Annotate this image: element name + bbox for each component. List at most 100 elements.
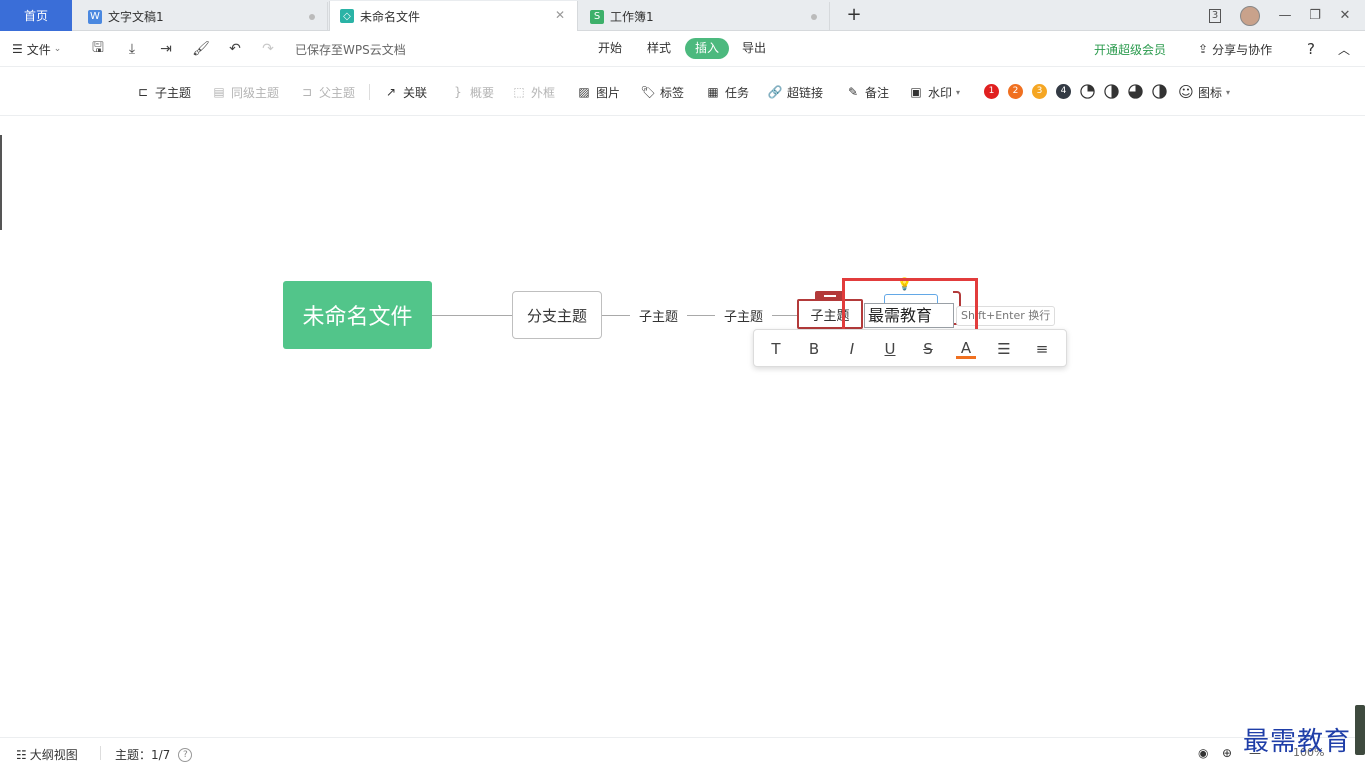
insert-tag-button[interactable]: 🏷 标签 (640, 83, 684, 101)
insert-subtopic-button[interactable]: ⊏ 子主题 (135, 83, 191, 101)
root-topic[interactable]: 未命名文件 (283, 281, 432, 349)
view-toggle-button[interactable]: ◉ (1198, 746, 1208, 760)
insert-summary-button[interactable]: } 概要 (450, 83, 494, 101)
menu-tab-insert[interactable]: 插入 (685, 38, 730, 59)
restore-button[interactable]: ❐ (1300, 0, 1330, 31)
insert-sibling-topic-button[interactable]: ▤ 同级主题 (211, 83, 279, 101)
menu-lines-icon: ☰ (12, 42, 23, 56)
vip-link[interactable]: 开通超级会员 (1094, 31, 1166, 67)
minimize-button[interactable]: — (1270, 0, 1300, 31)
share-button[interactable]: ⇪ 分享与协作 (1198, 31, 1272, 67)
left-edge-marker (0, 135, 2, 230)
button-label: 图片 (596, 85, 621, 100)
window-count-button[interactable]: 3 (1200, 0, 1230, 31)
summary-icon: } (454, 85, 462, 99)
window-count-icon: 3 (1208, 8, 1222, 23)
insert-image-button[interactable]: ▨ 图片 (576, 83, 620, 101)
avatar-icon (1240, 5, 1260, 26)
insert-task-button[interactable]: ▦ 任务 (705, 83, 749, 101)
insert-boundary-button[interactable]: ⬚ 外框 (511, 83, 555, 101)
mindmap-canvas[interactable] (0, 117, 1365, 737)
avatar[interactable] (1230, 0, 1270, 31)
close-window-button[interactable]: ✕ (1330, 0, 1360, 31)
locate-button[interactable]: ⊕ (1222, 746, 1232, 760)
export-button[interactable]: ⇥ (157, 31, 175, 67)
format-painter-button[interactable]: 🖌 (192, 31, 210, 67)
close-icon[interactable]: ✕ (553, 8, 567, 22)
button-label: 子主题 (155, 85, 192, 100)
file-menu-button[interactable]: ☰ 文件 ⌄ (12, 31, 61, 67)
priority-1-icon[interactable]: 1 (984, 84, 999, 99)
redo-button[interactable]: ↷ (259, 31, 277, 67)
font-color-button[interactable]: A (956, 339, 976, 359)
button-label: 水印 (928, 85, 953, 100)
connector-line (432, 315, 512, 316)
share-icon: ⇪ (1198, 42, 1209, 56)
share-label: 分享与协作 (1212, 42, 1273, 57)
subtopic-icon: ⊏ (137, 85, 149, 99)
tab-mindmap[interactable]: ◇ 未命名文件 ✕ (329, 1, 578, 31)
menu-tab-style[interactable]: 样式 (647, 38, 671, 59)
tab-home[interactable]: 首页 (0, 0, 72, 31)
subtopic-node[interactable]: 子主题 (639, 306, 678, 325)
numbered-list-icon: ≡ (1035, 340, 1049, 358)
task-icon: ▦ (707, 85, 719, 99)
icons-dropdown-button[interactable]: ☺ 图标 ▾ (1178, 83, 1230, 101)
progress-quarter-icon[interactable] (1080, 84, 1095, 99)
italic-button[interactable]: I (842, 339, 862, 359)
insert-relation-button[interactable]: ↗ 关联 (383, 83, 427, 101)
text-style-button[interactable]: T (766, 339, 786, 359)
numbered-list-button[interactable]: ≡ (1032, 339, 1052, 359)
help-button[interactable]: ? (1307, 31, 1315, 67)
collapse-ribbon-button[interactable]: ︿ (1338, 31, 1350, 67)
menu-tab-export[interactable]: 导出 (742, 38, 766, 59)
download-icon: ⤓ (128, 41, 136, 57)
button-label: 标签 (660, 85, 685, 100)
insert-note-button[interactable]: ✎ 备注 (845, 83, 889, 101)
bold-button[interactable]: B (804, 339, 824, 359)
download-button[interactable]: ⤓ (123, 31, 141, 67)
new-tab-button[interactable]: + (843, 4, 865, 26)
tab-document[interactable]: W 文字文稿1 (78, 2, 328, 31)
link-icon: 🔗 (767, 85, 783, 99)
connector-line (687, 315, 715, 316)
button-label: 同级主题 (231, 85, 280, 100)
window-controls: 3 — ❐ ✕ (1200, 0, 1360, 31)
target-icon: ⊕ (1222, 746, 1233, 760)
tab-label: 未命名文件 (360, 9, 421, 24)
button-label: 备注 (865, 85, 890, 100)
bullet-list-button[interactable]: ☰ (994, 339, 1014, 359)
insert-watermark-button[interactable]: ▣ 水印 ▾ (908, 83, 960, 101)
outline-icon: ☷ (16, 747, 27, 762)
tab-spreadsheet[interactable]: S 工作簿1 (580, 2, 830, 31)
save-button[interactable]: 🖫 (89, 31, 107, 67)
menu-tab-start[interactable]: 开始 (598, 38, 622, 59)
scroll-handle[interactable] (1355, 705, 1365, 755)
boundary-icon: ⬚ (513, 85, 525, 99)
spreadsheet-icon: S (590, 9, 604, 24)
button-label: 概要 (470, 85, 495, 100)
text-format-bar: T B I U S A ☰ ≡ (753, 329, 1067, 367)
progress-three-quarter-icon[interactable] (1128, 84, 1143, 99)
undo-button[interactable]: ↶ (226, 31, 244, 67)
insert-link-button[interactable]: 🔗 超链接 (767, 83, 824, 101)
progress-half-icon[interactable] (1104, 84, 1119, 99)
priority-3-icon[interactable]: 3 (1032, 84, 1047, 99)
eye-icon: ◉ (1198, 746, 1209, 760)
save-icon: 🖫 (92, 40, 104, 56)
progress-full-icon[interactable] (1152, 84, 1167, 99)
dropdown-arrow-icon: ▾ (956, 87, 961, 97)
help-icon[interactable]: ? (178, 747, 193, 762)
branch-topic[interactable]: 分支主题 (512, 291, 602, 339)
priority-4-icon[interactable]: 4 (1056, 84, 1071, 99)
minimize-icon: — (1278, 8, 1292, 23)
outline-view-button[interactable]: ☷ 大纲视图 (16, 746, 78, 763)
dropdown-arrow-icon: ▾ (1226, 87, 1231, 97)
subtopic-node[interactable]: 子主题 (724, 306, 763, 325)
strikethrough-button[interactable]: S (918, 339, 938, 359)
insert-parent-topic-button[interactable]: ⊐ 父主题 (299, 83, 355, 101)
watermark-logo: 最需教育 (1243, 727, 1352, 757)
unsaved-dot-icon (811, 14, 817, 20)
priority-2-icon[interactable]: 2 (1008, 84, 1023, 99)
underline-button[interactable]: U (880, 339, 900, 359)
